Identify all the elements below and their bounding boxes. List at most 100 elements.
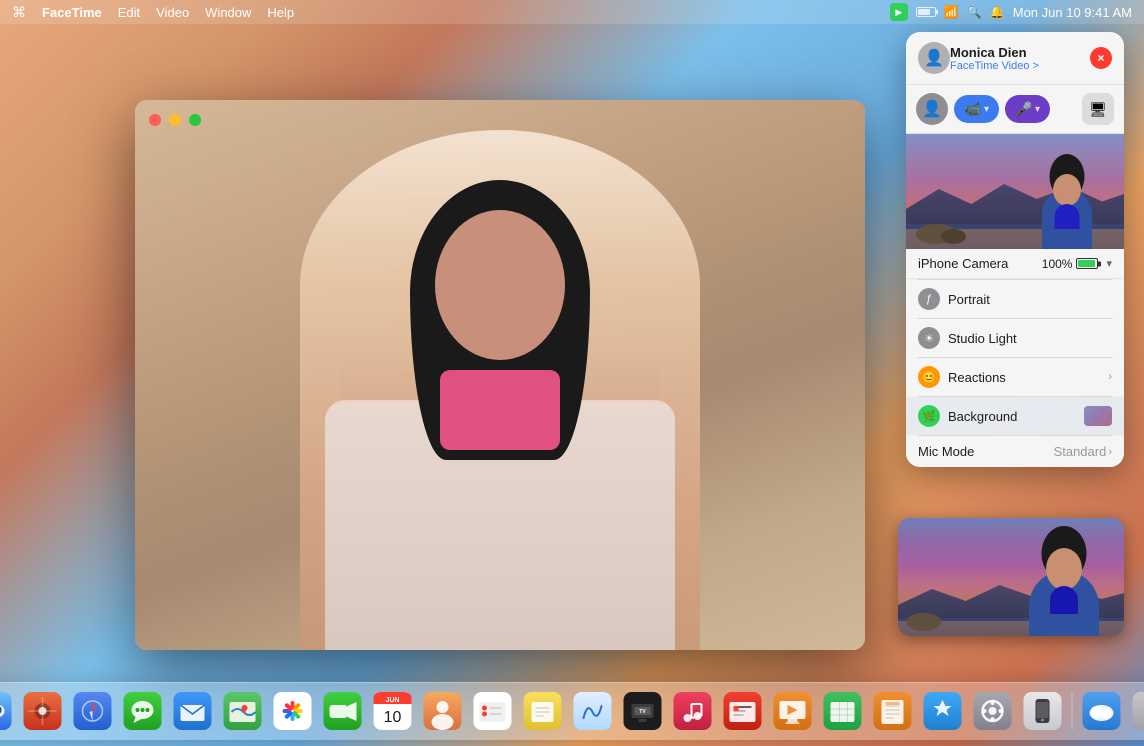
mic-button[interactable]: 🎤 ▾ — [1005, 95, 1050, 123]
dock-calendar[interactable]: JUN 10 — [370, 688, 416, 734]
self-view — [898, 518, 1124, 636]
battery-status — [916, 7, 936, 17]
notes-icon — [524, 692, 562, 730]
wifi-icon: 📶 — [944, 5, 959, 19]
cp-header: 👤 Monica Dien FaceTime Video > × — [906, 32, 1124, 85]
close-button[interactable] — [149, 114, 161, 126]
video-icon: 📹 — [964, 101, 980, 117]
mic-icon: 🎤 — [1015, 101, 1031, 117]
dock-settings[interactable] — [970, 688, 1016, 734]
dock-icloud[interactable] — [1079, 688, 1125, 734]
camera-source-label: iPhone Camera — [918, 256, 1042, 271]
dock-reminders[interactable] — [470, 688, 516, 734]
menubar-window[interactable]: Window — [205, 5, 251, 20]
studio-light-label: Studio Light — [948, 331, 1112, 346]
mail-icon — [174, 692, 212, 730]
launchpad-icon — [24, 692, 62, 730]
notification-icon[interactable]: 🔔 — [990, 5, 1005, 19]
menubar-app-name[interactable]: FaceTime — [42, 5, 102, 20]
maps-icon — [224, 692, 262, 730]
dock-messages[interactable] — [120, 688, 166, 734]
menubar: ⌘ FaceTime Edit Video Window Help ▶ 📶 🔍 … — [0, 0, 1144, 24]
dock-appletv[interactable]: TV — [620, 688, 666, 734]
background-icon: 🌿 — [918, 405, 940, 427]
dock-trash[interactable] — [1129, 688, 1144, 734]
share-screen-icon: 🖥 — [1089, 101, 1107, 118]
studio-light-icon: ☀ — [918, 327, 940, 349]
studio-light-menu-item[interactable]: ☀ Studio Light — [906, 319, 1124, 357]
self-view-rock — [906, 613, 941, 631]
preview-rock-2 — [941, 229, 966, 244]
dock-numbers[interactable] — [820, 688, 866, 734]
dock-freeform[interactable] — [570, 688, 616, 734]
keynote-icon — [774, 692, 812, 730]
reactions-menu-item[interactable]: 😊 Reactions › — [906, 358, 1124, 396]
menubar-help[interactable]: Help — [267, 5, 294, 20]
reactions-icon: 😊 — [918, 366, 940, 388]
photos-icon — [274, 692, 312, 730]
safari-icon — [74, 692, 112, 730]
maximize-button[interactable] — [189, 114, 201, 126]
menubar-video[interactable]: Video — [156, 5, 189, 20]
contact-name: Monica Dien — [950, 45, 1090, 60]
minimize-button[interactable] — [169, 114, 181, 126]
svg-text:JUN: JUN — [385, 697, 399, 704]
dock-maps[interactable] — [220, 688, 266, 734]
dock-keynote[interactable] — [770, 688, 816, 734]
dock-appstore[interactable] — [920, 688, 966, 734]
dock-notes[interactable] — [520, 688, 566, 734]
system-settings-icon — [974, 692, 1012, 730]
dock-music[interactable] — [670, 688, 716, 734]
control-panel: 👤 Monica Dien FaceTime Video > × 👤 📹 ▾ 🎤… — [906, 32, 1124, 467]
music-icon — [674, 692, 712, 730]
close-call-button[interactable]: × — [1090, 47, 1112, 69]
call-type[interactable]: FaceTime Video > — [950, 60, 1090, 72]
dock-separator — [1072, 693, 1073, 729]
camera-chevron-icon: ▾ — [1106, 257, 1112, 270]
appletv-icon: TV — [624, 692, 662, 730]
video-chevron-icon: ▾ — [984, 104, 989, 115]
cp-camera-row[interactable]: iPhone Camera 100% ▾ — [906, 249, 1124, 279]
menubar-edit[interactable]: Edit — [118, 5, 140, 20]
dock-contacts[interactable] — [420, 688, 466, 734]
dock-facetime[interactable] — [320, 688, 366, 734]
dock-finder[interactable] — [0, 688, 16, 734]
portrait-menu-item[interactable]: ƒ Portrait — [906, 280, 1124, 318]
reactions-label: Reactions — [948, 370, 1108, 385]
facetime-window — [135, 100, 865, 650]
dock-mail[interactable] — [170, 688, 216, 734]
contact-info: Monica Dien FaceTime Video > — [950, 45, 1090, 72]
messages-icon — [124, 692, 162, 730]
calendar-icon: JUN 10 — [374, 692, 412, 730]
portrait-icon: ƒ — [918, 288, 940, 310]
facetime-app-icon — [324, 692, 362, 730]
cp-video-preview — [906, 134, 1124, 249]
menubar-time: Mon Jun 10 9:41 AM — [1013, 5, 1132, 20]
contacts-icon — [424, 692, 462, 730]
video-button[interactable]: 📹 ▾ — [954, 95, 999, 123]
contact-avatar: 👤 — [918, 42, 950, 74]
dock-safari[interactable] — [70, 688, 116, 734]
dock: JUN 10 — [0, 682, 1144, 740]
share-screen-button[interactable]: 🖥 — [1082, 93, 1114, 125]
svg-text:10: 10 — [384, 709, 402, 726]
background-thumbnail — [1084, 406, 1112, 426]
appstore-icon — [924, 692, 962, 730]
reminders-icon — [474, 692, 512, 730]
mic-mode-value: Standard — [1054, 444, 1107, 459]
mic-mode-menu-item[interactable]: Mic Mode Standard › — [906, 436, 1124, 467]
dock-pages[interactable] — [870, 688, 916, 734]
dock-launchpad[interactable] — [20, 688, 66, 734]
dock-photos[interactable] — [270, 688, 316, 734]
dock-iphone-mirroring[interactable] — [1020, 688, 1066, 734]
apple-menu[interactable]: ⌘ — [12, 4, 26, 21]
icloud-icon — [1083, 692, 1121, 730]
dock-news[interactable] — [720, 688, 766, 734]
svg-text:TV: TV — [639, 709, 646, 715]
video-background — [135, 100, 865, 650]
search-icon[interactable]: 🔍 — [967, 5, 982, 19]
background-menu-item[interactable]: 🌿 Background — [906, 397, 1124, 435]
blur-button[interactable]: 👤 — [916, 93, 948, 125]
collar — [440, 370, 560, 450]
face — [435, 210, 565, 360]
